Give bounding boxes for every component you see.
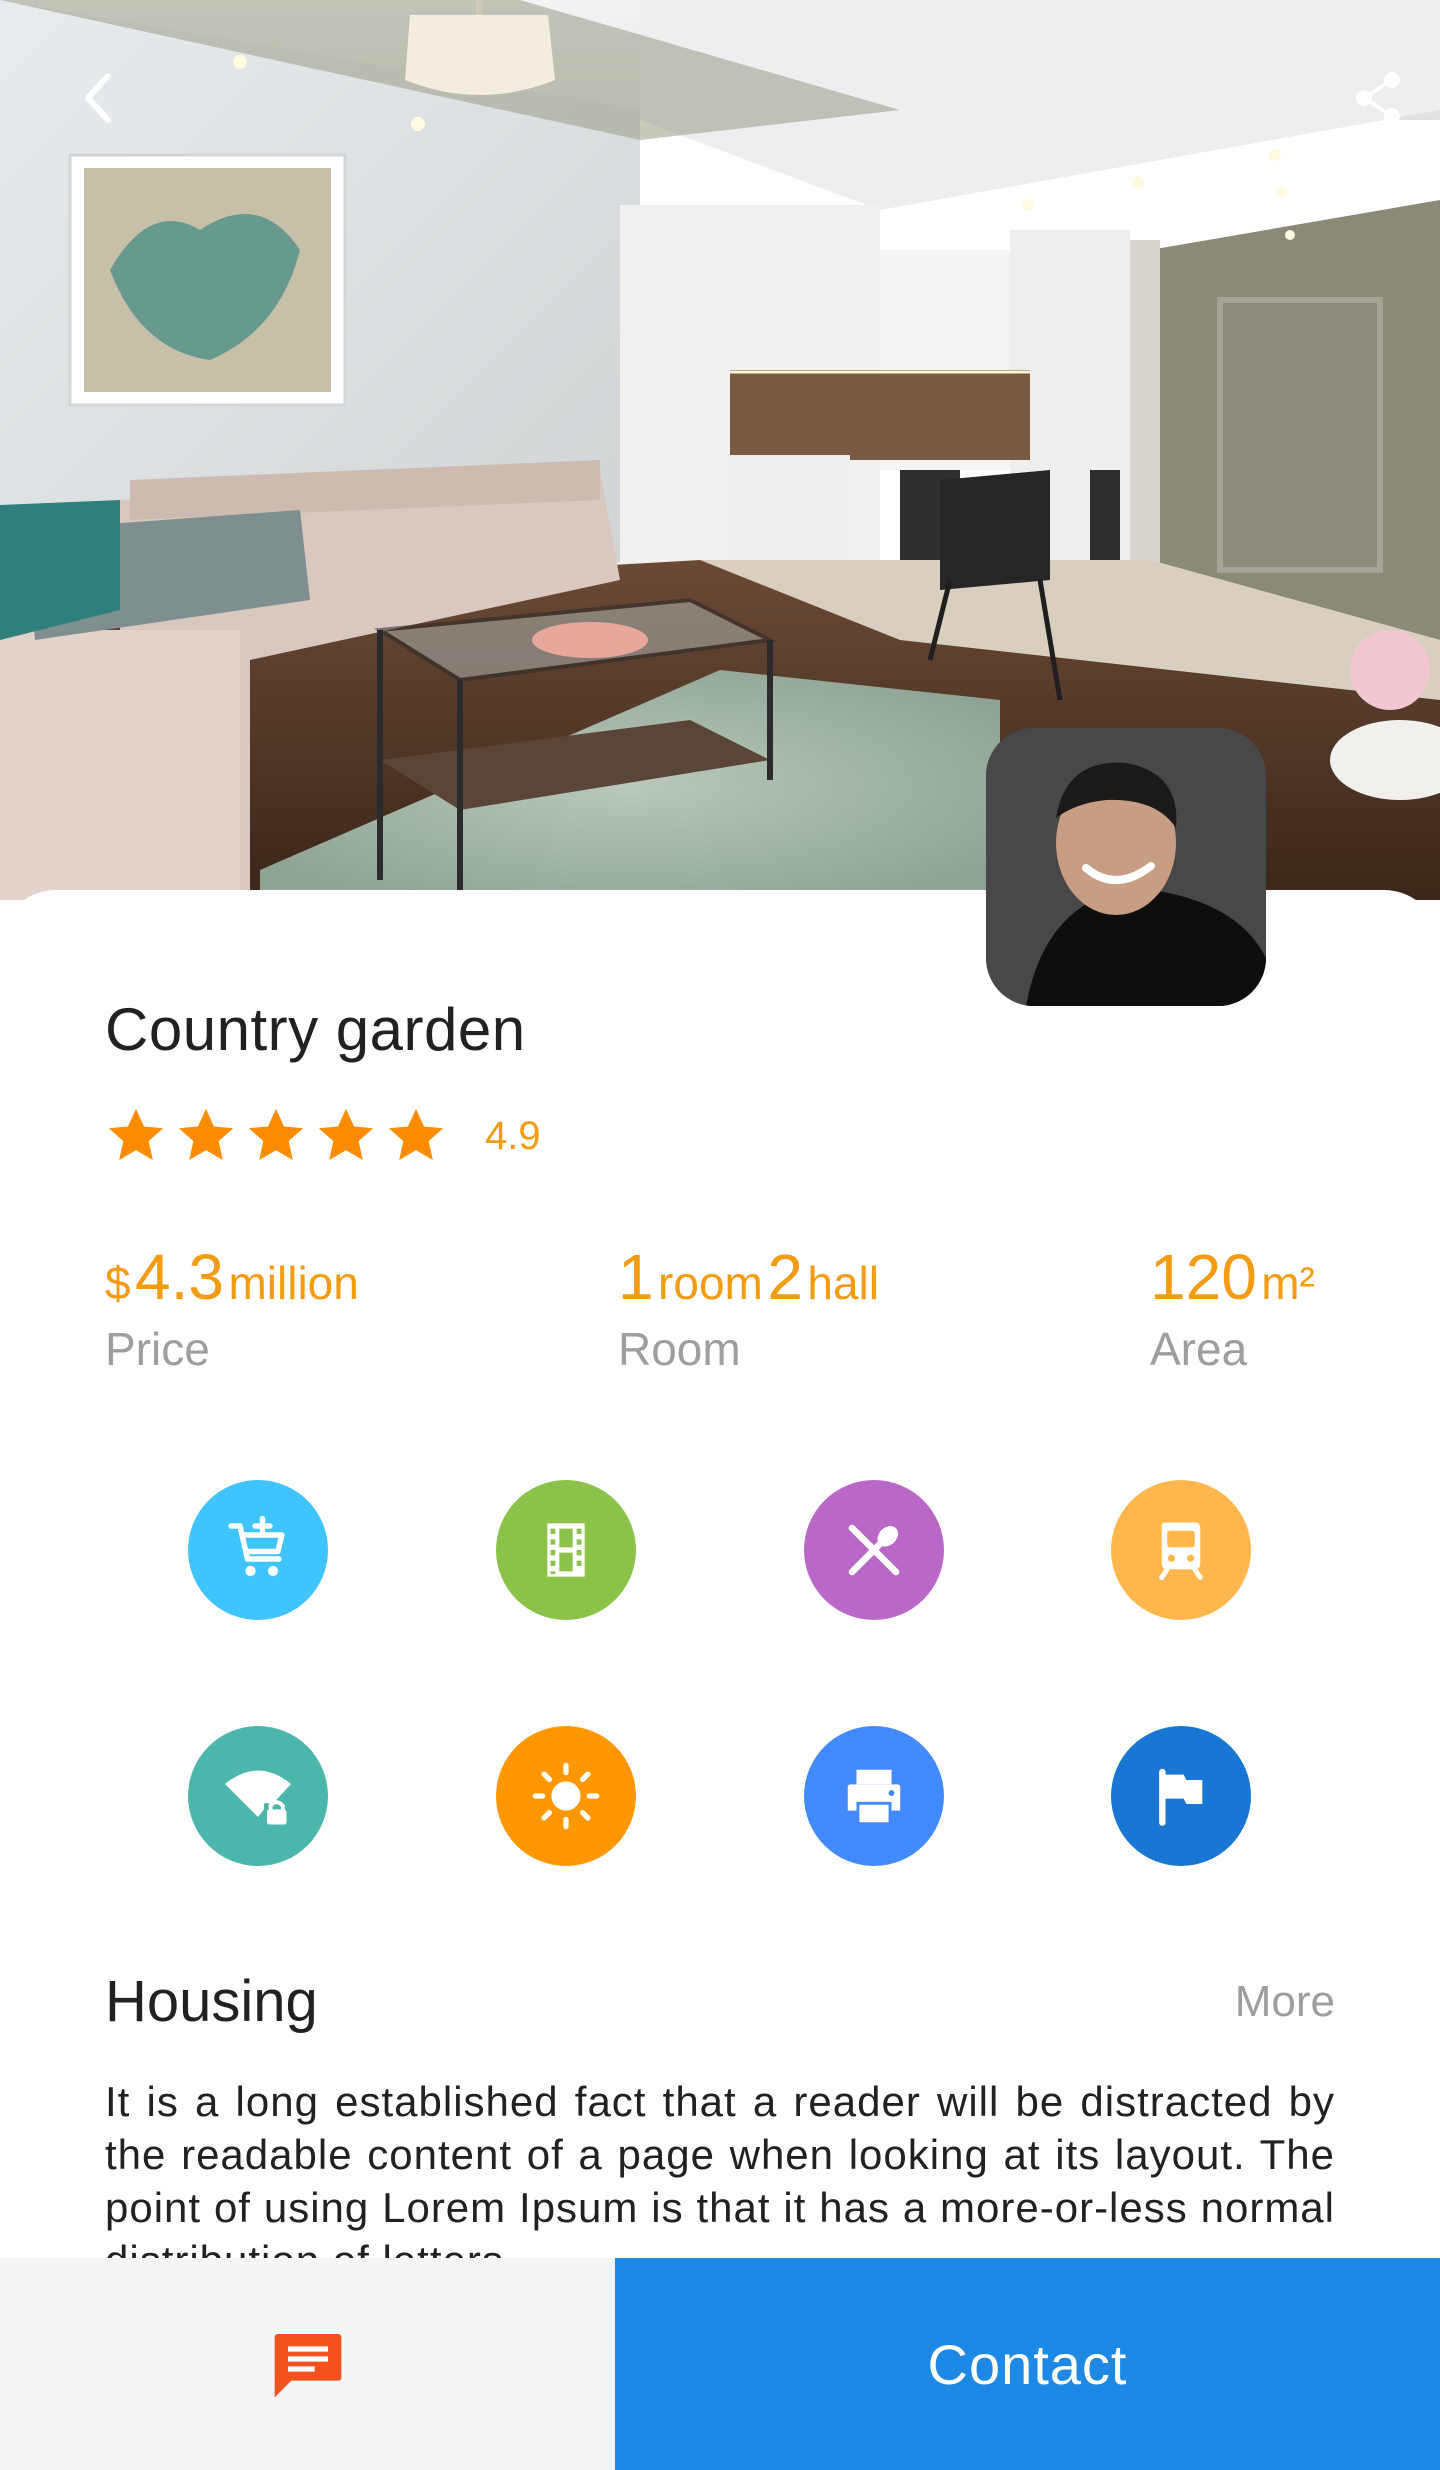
sun-icon bbox=[532, 1762, 600, 1830]
star-icon bbox=[108, 1108, 164, 1161]
film-icon bbox=[547, 1523, 585, 1577]
star-icon bbox=[388, 1108, 444, 1161]
agent-avatar[interactable] bbox=[986, 728, 1266, 1006]
share-button[interactable] bbox=[1330, 50, 1426, 146]
chevron-left-icon bbox=[85, 73, 111, 123]
amenity-transit[interactable] bbox=[1111, 1480, 1251, 1620]
amenity-landmark[interactable] bbox=[1111, 1726, 1251, 1866]
star-icon bbox=[178, 1108, 234, 1161]
amenity-cinema[interactable] bbox=[496, 1480, 636, 1620]
area-value: 120 bbox=[1150, 1241, 1257, 1313]
listing-title: Country garden bbox=[105, 996, 526, 1063]
room-label: Room bbox=[618, 1323, 741, 1375]
agent-photo bbox=[986, 728, 1266, 1006]
rating: 4.9 bbox=[105, 1105, 541, 1167]
housing-header: Housing More bbox=[105, 1968, 1335, 2035]
share-icon bbox=[1356, 72, 1400, 124]
stat-price: $ 4.3 million Price bbox=[105, 1240, 359, 1376]
rooms-unit: room bbox=[658, 1257, 763, 1309]
price-prefix: $ bbox=[105, 1257, 131, 1309]
cart-add-icon bbox=[228, 1515, 285, 1577]
price-label: Price bbox=[105, 1323, 210, 1375]
wifi-lock-icon bbox=[225, 1770, 291, 1825]
stats-row: $ 4.3 million Price 1 room 2 hall Room 1… bbox=[0, 1240, 1440, 1390]
halls-value: 2 bbox=[767, 1241, 803, 1313]
amenity-shopping[interactable] bbox=[188, 1480, 328, 1620]
price-value: 4.3 bbox=[135, 1241, 225, 1313]
bottom-bar: Contact bbox=[0, 2258, 1440, 2470]
amenity-dining[interactable] bbox=[804, 1480, 944, 1620]
train-icon bbox=[1159, 1522, 1203, 1580]
amenity-wifi[interactable] bbox=[188, 1726, 328, 1866]
stat-area: 120 m² Area bbox=[1150, 1240, 1315, 1376]
back-button[interactable] bbox=[50, 50, 146, 146]
contact-button[interactable]: Contact bbox=[615, 2258, 1440, 2470]
chat-button[interactable] bbox=[0, 2258, 615, 2470]
printer-icon bbox=[847, 1769, 901, 1823]
area-unit: m² bbox=[1261, 1257, 1315, 1309]
halls-unit: hall bbox=[807, 1257, 879, 1309]
flag-icon bbox=[1159, 1768, 1203, 1826]
housing-title: Housing bbox=[105, 1969, 318, 2034]
rooms-value: 1 bbox=[618, 1241, 654, 1313]
amenity-printer[interactable] bbox=[804, 1726, 944, 1866]
stat-room: 1 room 2 hall Room bbox=[618, 1240, 879, 1376]
amenity-sunlight[interactable] bbox=[496, 1726, 636, 1866]
star-icon bbox=[318, 1108, 374, 1161]
cutlery-icon bbox=[848, 1524, 900, 1576]
housing-description: It is a long established fact that a rea… bbox=[105, 2078, 1335, 2284]
more-link[interactable]: More bbox=[1235, 1977, 1335, 2027]
area-label: Area bbox=[1150, 1323, 1248, 1375]
chat-icon bbox=[274, 2334, 341, 2398]
star-icon bbox=[248, 1108, 304, 1161]
rating-value: 4.9 bbox=[485, 1113, 541, 1158]
price-unit: million bbox=[228, 1257, 359, 1309]
